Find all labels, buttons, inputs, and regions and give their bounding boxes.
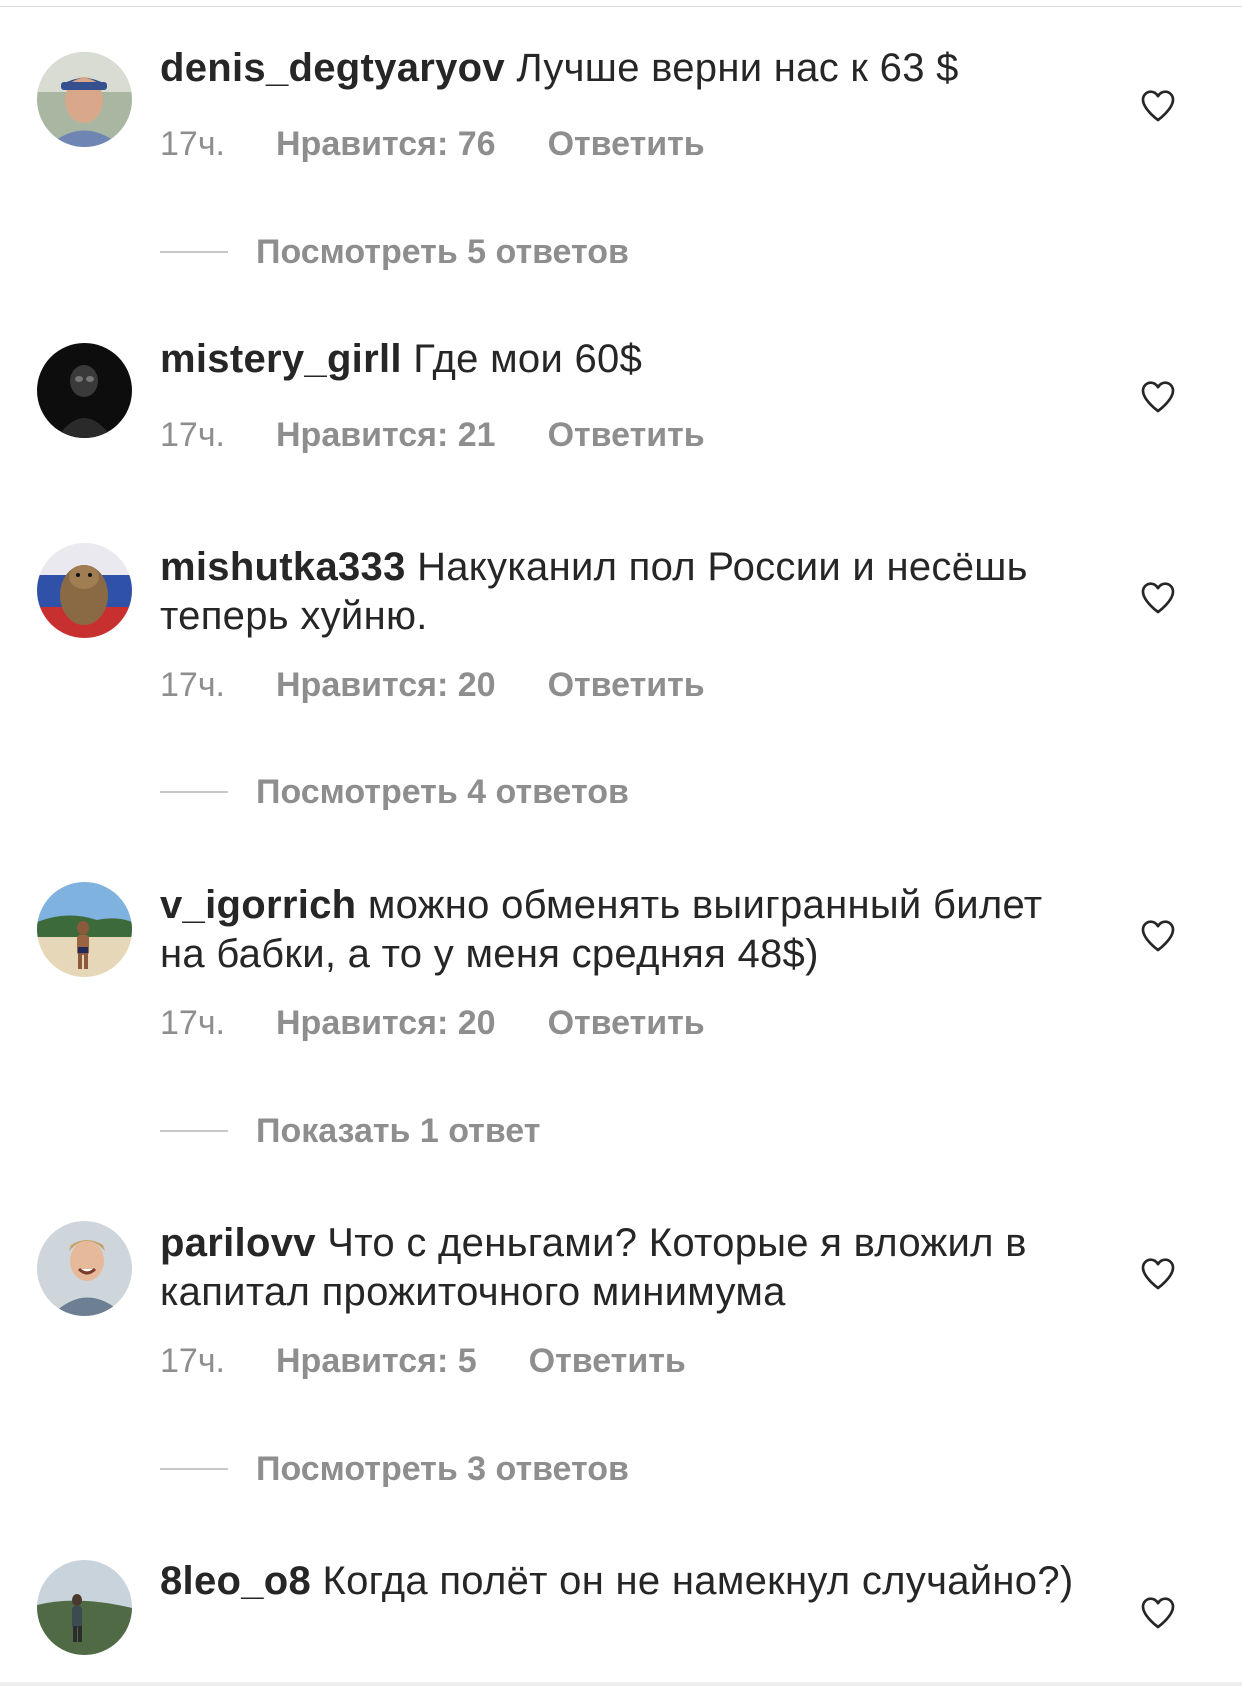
avatar[interactable] xyxy=(37,52,132,147)
comment-meta: 17ч. Нравится: 5 Ответить xyxy=(160,1341,686,1381)
avatar[interactable] xyxy=(37,1221,132,1316)
comment-username[interactable]: mistery_girll xyxy=(160,337,402,381)
replies-divider xyxy=(160,251,228,253)
replies-divider xyxy=(160,791,228,793)
likes-count[interactable]: Нравится: 5 xyxy=(276,1341,477,1381)
reply-button[interactable]: Ответить xyxy=(548,415,705,455)
comment-username[interactable]: v_igorrich xyxy=(160,883,356,927)
avatar[interactable] xyxy=(37,882,132,977)
likes-count[interactable]: Нравится: 20 xyxy=(276,1003,496,1043)
comment-meta: 17ч. Нравится: 20 Ответить xyxy=(160,665,705,705)
view-replies-button[interactable]: Посмотреть 4 ответов xyxy=(160,772,629,812)
likes-count[interactable]: Нравится: 76 xyxy=(276,124,496,164)
bottom-divider xyxy=(0,1682,1242,1686)
likes-count[interactable]: Нравится: 20 xyxy=(276,665,496,705)
comment-text: mishutka333 Накуканил пол России и несёш… xyxy=(160,543,1080,641)
comment-body: Лучше верни нас к 63 $ xyxy=(516,46,959,90)
reply-button[interactable]: Ответить xyxy=(529,1341,686,1381)
comment-timestamp: 17ч. xyxy=(160,416,225,454)
view-replies-button[interactable]: Показать 1 ответ xyxy=(160,1111,540,1151)
comment-text: 8leo_o8 Когда полёт он не намекнул случа… xyxy=(160,1557,1080,1606)
heart-outline-icon[interactable] xyxy=(1138,915,1178,955)
likes-count[interactable]: Нравится: 21 xyxy=(276,415,496,455)
heart-outline-icon[interactable] xyxy=(1138,1253,1178,1293)
comment-timestamp: 17ч. xyxy=(160,666,225,704)
replies-divider xyxy=(160,1468,228,1470)
view-replies-label: Посмотреть 3 ответов xyxy=(256,1449,629,1488)
comment-timestamp: 17ч. xyxy=(160,1342,225,1380)
comment-text: mistery_girll Где мои 60$ xyxy=(160,335,1080,384)
reply-button[interactable]: Ответить xyxy=(548,1003,705,1043)
reply-button[interactable]: Ответить xyxy=(548,665,705,705)
view-replies-button[interactable]: Посмотреть 3 ответов xyxy=(160,1449,629,1489)
heart-outline-icon[interactable] xyxy=(1138,85,1178,125)
comment-body: Когда полёт он не намекнул случайно?) xyxy=(322,1559,1074,1603)
view-replies-label: Посмотреть 5 ответов xyxy=(256,232,629,271)
comment-text: parilovv Что с деньгами? Которые я вложи… xyxy=(160,1219,1080,1317)
comment-text: v_igorrich можно обменять выигранный бил… xyxy=(160,881,1080,979)
comment-username[interactable]: mishutka333 xyxy=(160,545,406,589)
comment-username[interactable]: 8leo_o8 xyxy=(160,1559,311,1603)
comment-meta: 17ч. Нравится: 20 Ответить xyxy=(160,1003,705,1043)
comment-timestamp: 17ч. xyxy=(160,1004,225,1042)
top-divider xyxy=(0,6,1242,7)
heart-outline-icon[interactable] xyxy=(1138,376,1178,416)
comment-username[interactable]: denis_degtyaryov xyxy=(160,46,505,90)
view-replies-label: Показать 1 ответ xyxy=(256,1111,541,1150)
reply-button[interactable]: Ответить xyxy=(548,124,705,164)
comment-meta: 17ч. Нравится: 21 Ответить xyxy=(160,415,705,455)
avatar[interactable] xyxy=(37,343,132,438)
comment-meta: 17ч. Нравится: 76 Ответить xyxy=(160,124,705,164)
comment-timestamp: 17ч. xyxy=(160,125,225,163)
replies-divider xyxy=(160,1130,228,1132)
comment-text: denis_degtyaryov Лучше верни нас к 63 $ xyxy=(160,44,1080,93)
comment-username[interactable]: parilovv xyxy=(160,1221,316,1265)
heart-outline-icon[interactable] xyxy=(1138,577,1178,617)
comment-body: Где мои 60$ xyxy=(413,337,643,381)
view-replies-label: Посмотреть 4 ответов xyxy=(256,772,629,811)
view-replies-button[interactable]: Посмотреть 5 ответов xyxy=(160,232,629,272)
avatar[interactable] xyxy=(37,1560,132,1655)
avatar[interactable] xyxy=(37,543,132,638)
heart-outline-icon[interactable] xyxy=(1138,1592,1178,1632)
